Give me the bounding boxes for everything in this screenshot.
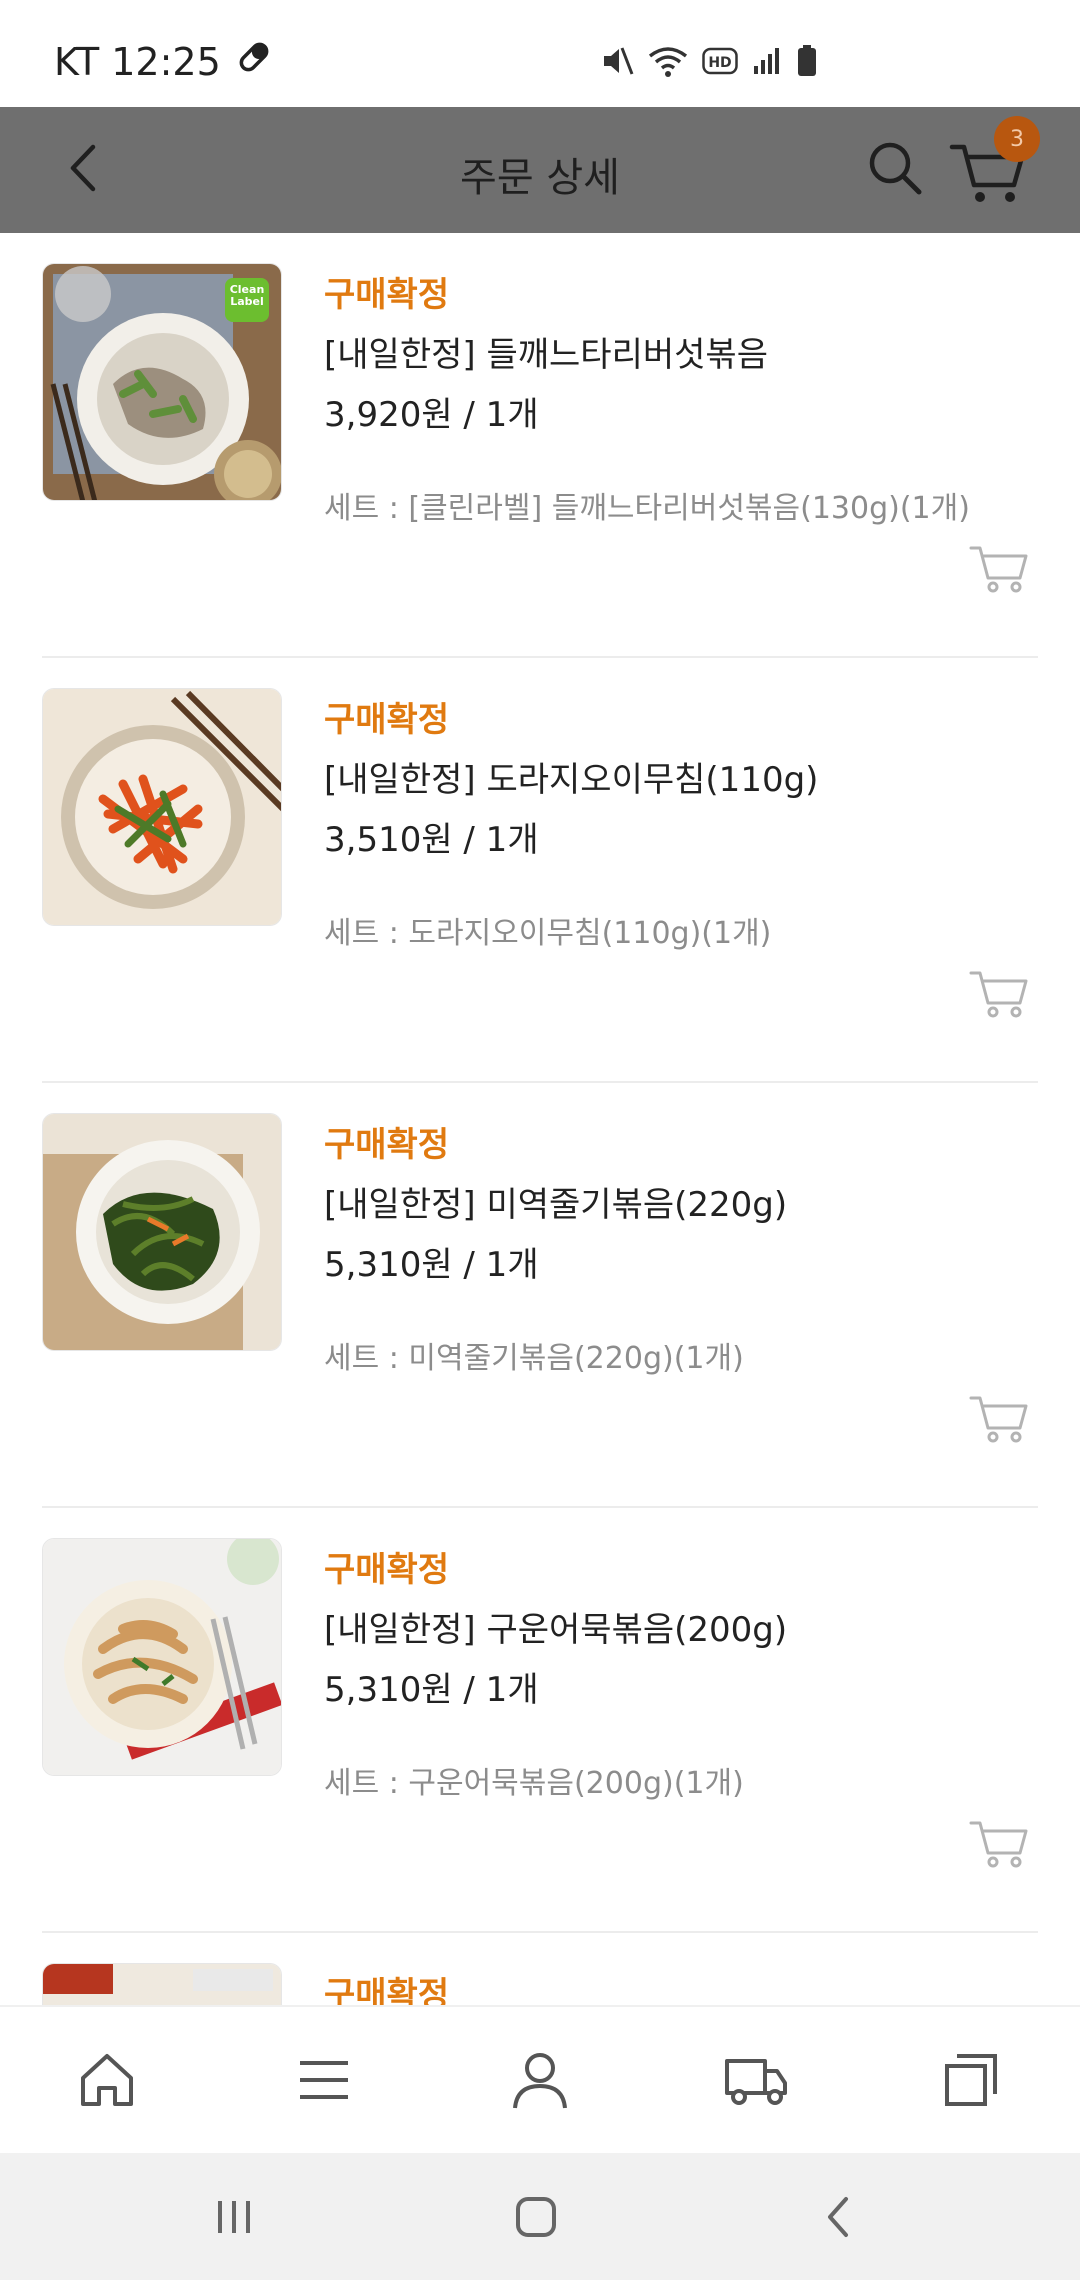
signal-icon — [752, 46, 782, 76]
home-icon — [77, 2050, 137, 2114]
product-image[interactable]: Clean Label — [42, 263, 282, 501]
order-item: 구매확정 [내일한정] 도라지오이무침(110g) 3,510원 / 1개 세트… — [42, 658, 1038, 1083]
cart-icon — [968, 1396, 1032, 1448]
battery-icon — [796, 44, 818, 78]
product-name[interactable]: [내일한정] 도라지오이무침(110g) — [324, 752, 818, 801]
order-status: 구매확정 — [324, 1125, 450, 1165]
menu-icon — [296, 2055, 352, 2109]
svg-text:HD: HD — [708, 55, 731, 71]
order-status: 구매확정 — [324, 1975, 450, 2005]
recent-icon — [943, 2052, 999, 2112]
cart-icon — [968, 1821, 1032, 1873]
price-quantity: 3,510원 / 1개 — [324, 820, 539, 860]
search-button[interactable] — [862, 137, 928, 203]
product-name[interactable]: [내일한정] 들깨느타리버섯볶음 — [324, 327, 768, 376]
cart-icon — [948, 144, 1028, 211]
system-home-button[interactable] — [506, 2191, 566, 2247]
product-name[interactable]: [내일한정] 구운어묵볶음(200g) — [324, 1602, 787, 1651]
add-to-cart-button[interactable] — [968, 1388, 1032, 1444]
status-left: KT 12:25 — [54, 38, 273, 85]
cart-icon — [968, 971, 1032, 1023]
user-icon — [511, 2050, 569, 2114]
status-bar: KT 12:25 HD — [0, 0, 1080, 107]
order-item: 구매확정 — [42, 1933, 1038, 2005]
cart-icon — [968, 546, 1032, 598]
order-status: 구매확정 — [324, 275, 450, 315]
product-image[interactable] — [42, 1963, 282, 2005]
order-item: Clean Label 구매확정 [내일한정] 들깨느타리버섯볶음 3,920원… — [42, 233, 1038, 658]
product-image[interactable] — [42, 688, 282, 926]
price-quantity: 5,310원 / 1개 — [324, 1245, 539, 1285]
add-to-cart-button[interactable] — [968, 1813, 1032, 1869]
wifi-icon — [648, 44, 688, 78]
product-name[interactable]: [내일한정] 미역줄기볶음(220g) — [324, 1177, 787, 1226]
set-info: 세트 : 미역줄기볶음(220g)(1개) — [324, 1341, 744, 1376]
set-info: 세트 : [클린라벨] 들깨느타리버섯볶음(130g)(1개) — [324, 491, 970, 526]
clean-label-badge: Clean Label — [229, 283, 265, 308]
nav-mypage-button[interactable] — [505, 2051, 575, 2113]
nav-recent-button[interactable] — [936, 2051, 1006, 2113]
order-item: 구매확정 [내일한정] 구운어묵볶음(200g) 5,310원 / 1개 세트 … — [42, 1508, 1038, 1933]
system-nav-bar — [0, 2153, 1080, 2280]
search-icon — [867, 140, 923, 200]
set-info: 세트 : 구운어묵볶음(200g)(1개) — [324, 1766, 744, 1801]
home-icon — [514, 2195, 558, 2243]
system-back-button[interactable] — [808, 2191, 868, 2247]
bottom-nav — [0, 2005, 1080, 2153]
mute-icon — [600, 44, 634, 78]
carrier-time: KT 12:25 — [54, 39, 221, 84]
cart-count-badge: 3 — [994, 116, 1040, 162]
recents-icon — [212, 2197, 256, 2241]
pill-icon — [235, 38, 273, 85]
order-status: 구매확정 — [324, 1550, 450, 1590]
nav-menu-button[interactable] — [289, 2051, 359, 2113]
status-icons: HD — [600, 44, 818, 78]
nav-home-button[interactable] — [72, 2051, 142, 2113]
product-image[interactable] — [42, 1113, 282, 1351]
add-to-cart-button[interactable] — [968, 963, 1032, 1019]
price-quantity: 3,920원 / 1개 — [324, 395, 539, 435]
order-list: Clean Label 구매확정 [내일한정] 들깨느타리버섯볶음 3,920원… — [0, 233, 1080, 2005]
order-status: 구매확정 — [324, 700, 450, 740]
app-header: 주문 상세 — [0, 107, 1080, 233]
price-quantity: 5,310원 / 1개 — [324, 1670, 539, 1710]
nav-delivery-button[interactable] — [721, 2051, 791, 2113]
order-item: 구매확정 [내일한정] 미역줄기볶음(220g) 5,310원 / 1개 세트 … — [42, 1083, 1038, 1508]
product-image[interactable] — [42, 1538, 282, 1776]
system-recents-button[interactable] — [204, 2191, 264, 2247]
set-info: 세트 : 도라지오이무침(110g)(1개) — [324, 916, 772, 951]
back-icon — [820, 2195, 856, 2243]
add-to-cart-button[interactable] — [968, 538, 1032, 594]
hd-icon: HD — [702, 46, 738, 76]
truck-icon — [721, 2053, 791, 2111]
